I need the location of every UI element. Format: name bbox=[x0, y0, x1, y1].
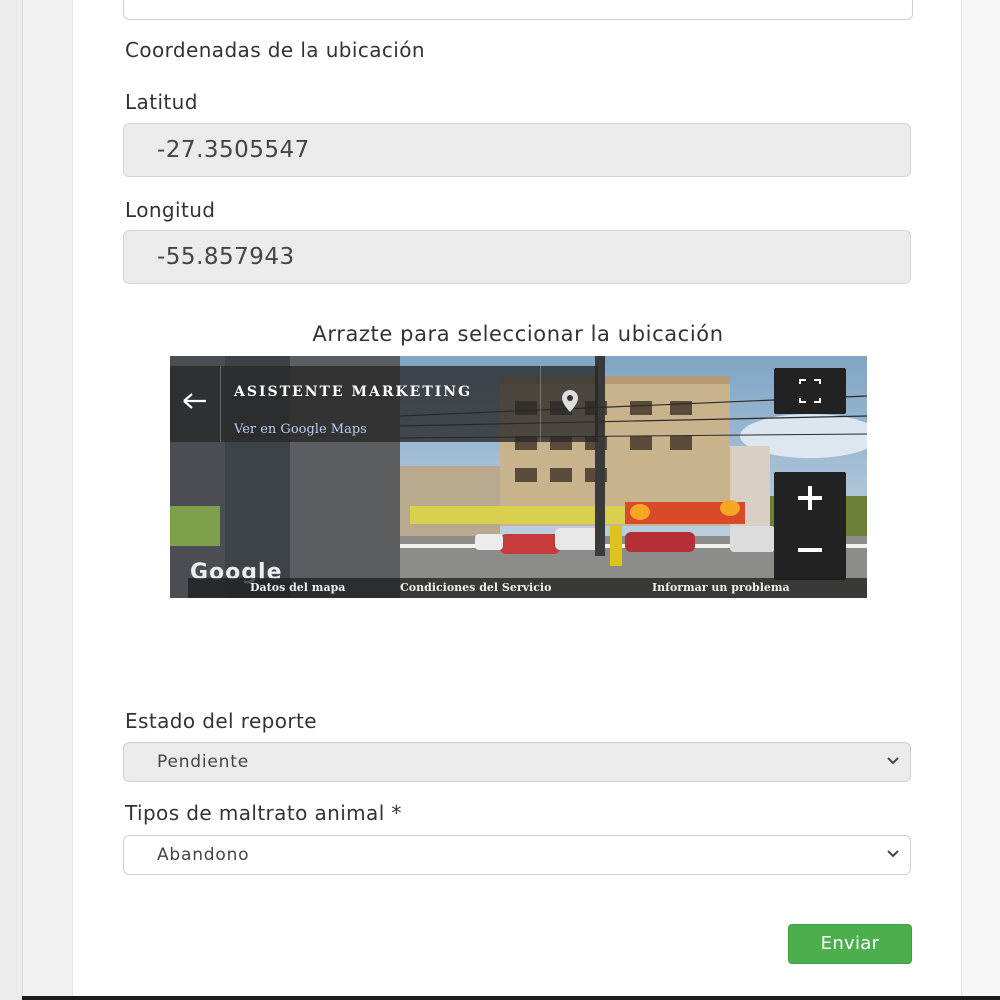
page-right-gutter bbox=[962, 0, 1000, 996]
zoom-out-icon[interactable] bbox=[774, 530, 846, 584]
page-left-gutter bbox=[0, 0, 22, 1000]
map-data-link[interactable]: Datos del mapa bbox=[250, 581, 345, 594]
status-select-value: Pendiente bbox=[157, 752, 249, 772]
bottom-edge bbox=[22, 996, 1000, 1000]
coords-heading: Coordenadas de la ubicación bbox=[125, 38, 425, 62]
map-caption: Arrazte para seleccionar la ubicación bbox=[312, 322, 724, 346]
google-maps-link[interactable]: Ver en Google Maps bbox=[234, 422, 367, 437]
longitude-field: -55.857943 bbox=[123, 230, 911, 284]
fullscreen-icon bbox=[799, 379, 821, 403]
street-view-map[interactable]: ASISTENTE MARKETING Ver en Google Maps G… bbox=[170, 356, 867, 598]
page-divider bbox=[22, 0, 23, 1000]
chevron-down-icon bbox=[887, 757, 899, 765]
abuse-type-label: Tipos de maltrato animal * bbox=[125, 801, 402, 825]
back-button[interactable] bbox=[170, 366, 221, 442]
chevron-down-icon bbox=[887, 850, 899, 858]
longitude-label: Longitud bbox=[125, 198, 216, 222]
location-pin-icon bbox=[562, 390, 578, 412]
report-problem-link[interactable]: Informar un problema bbox=[652, 581, 790, 594]
abuse-type-select[interactable]: Abandono bbox=[123, 835, 911, 875]
submit-button[interactable]: Enviar bbox=[788, 924, 912, 964]
previous-input-field[interactable] bbox=[123, 0, 913, 20]
abuse-type-select-value: Abandono bbox=[157, 845, 250, 865]
latitude-label: Latitud bbox=[125, 90, 198, 114]
status-label: Estado del reporte bbox=[125, 709, 317, 733]
latitude-field: -27.3505547 bbox=[123, 123, 911, 177]
fullscreen-button[interactable] bbox=[774, 368, 846, 414]
back-arrow-icon bbox=[183, 393, 206, 409]
zoom-in-icon[interactable] bbox=[774, 472, 846, 526]
map-footer: Datos del mapa Condiciones del Servicio … bbox=[188, 578, 867, 598]
street-view-info-panel: ASISTENTE MARKETING Ver en Google Maps bbox=[170, 366, 598, 442]
location-pin-button[interactable] bbox=[540, 366, 599, 442]
terms-link[interactable]: Condiciones del Servicio bbox=[400, 581, 551, 594]
zoom-controls bbox=[774, 472, 846, 580]
status-select[interactable]: Pendiente bbox=[123, 742, 911, 782]
place-name: ASISTENTE MARKETING bbox=[234, 384, 473, 400]
